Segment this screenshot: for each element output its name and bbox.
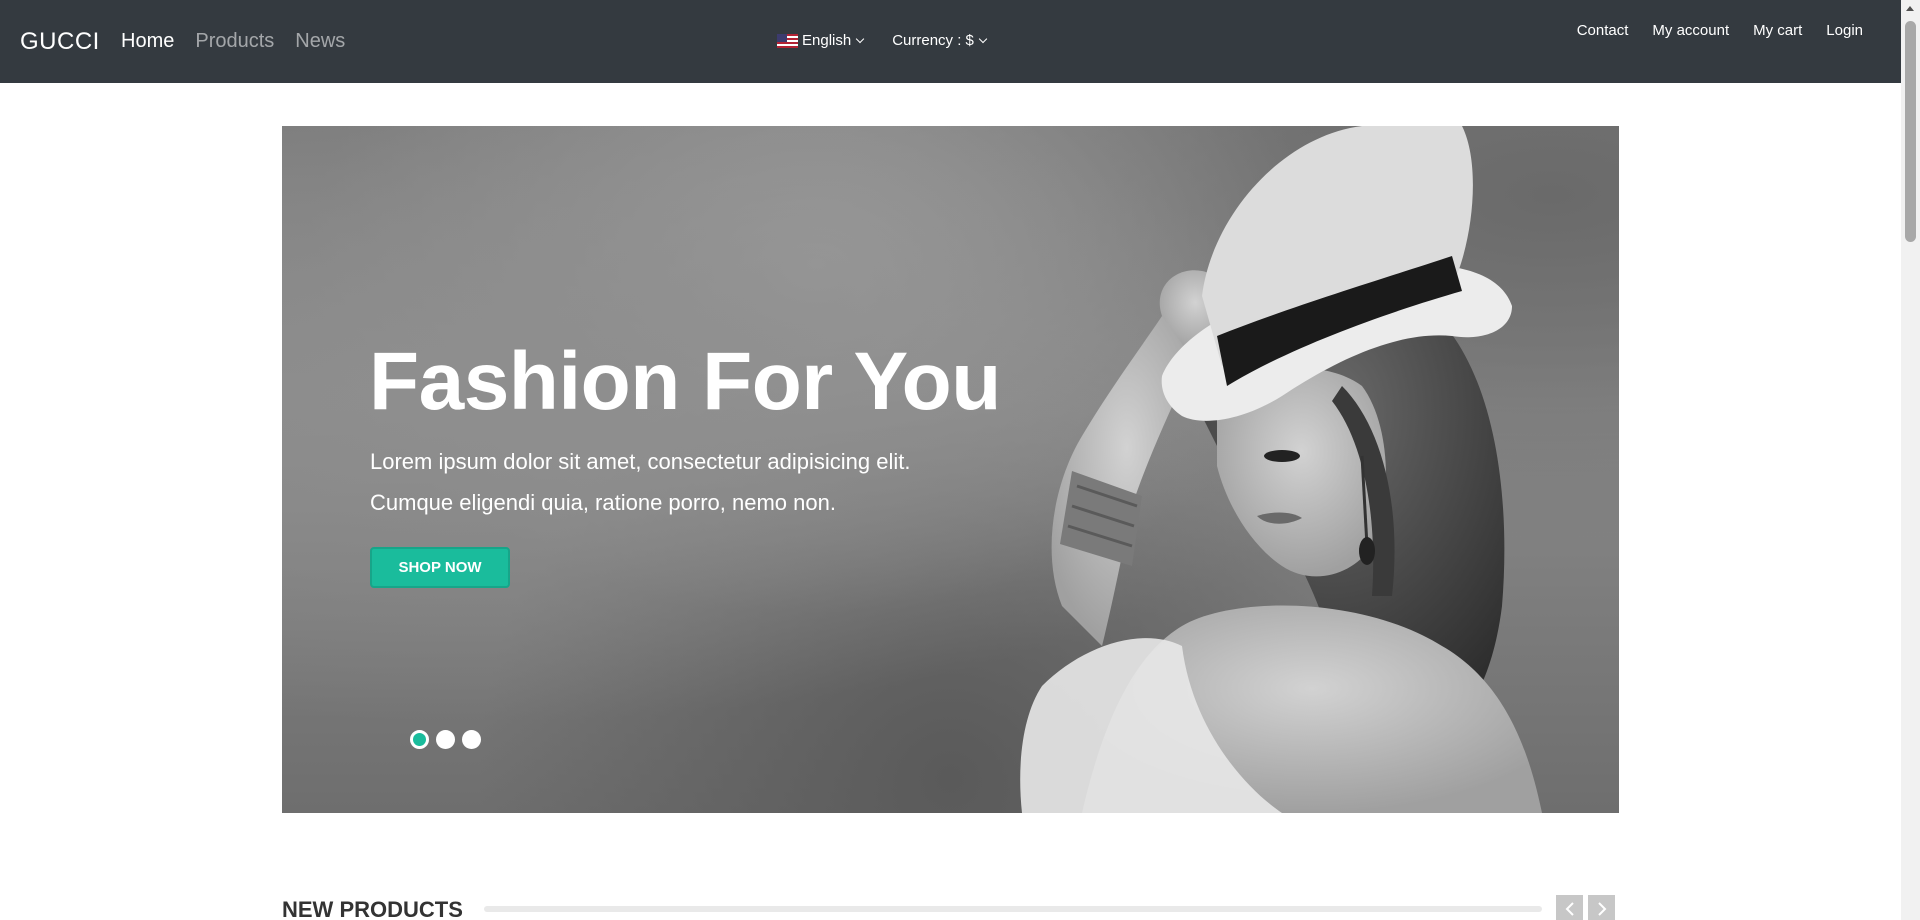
currency-label: Currency : $ xyxy=(892,32,974,49)
main-nav: Home Products News xyxy=(121,30,345,53)
chevron-left-icon xyxy=(1565,901,1574,916)
slide-dot-2[interactable] xyxy=(436,730,455,749)
brand-logo[interactable]: GUCCI xyxy=(20,28,100,56)
nav-link-products[interactable]: Products xyxy=(195,30,274,53)
nav-link-my-cart[interactable]: My cart xyxy=(1753,22,1802,39)
hero-title: Fashion For You xyxy=(369,336,1001,427)
shop-now-button[interactable]: SHOP NOW xyxy=(370,547,510,588)
page-scrollbar[interactable] xyxy=(1901,0,1920,920)
scrollbar-thumb[interactable] xyxy=(1905,21,1916,242)
scroll-up-icon[interactable] xyxy=(1906,6,1914,11)
nav-link-login[interactable]: Login xyxy=(1826,22,1863,39)
chevron-right-icon xyxy=(1597,901,1606,916)
language-dropdown[interactable]: English xyxy=(777,32,865,49)
new-products-title: NEW PRODUCTS xyxy=(282,897,463,920)
slide-dot-3[interactable] xyxy=(462,730,481,749)
slide-dot-1[interactable] xyxy=(410,730,429,749)
top-navbar: GUCCI Home Products News English Currenc… xyxy=(0,0,1901,83)
chevron-down-icon xyxy=(855,34,865,43)
currency-dropdown[interactable]: Currency : $ xyxy=(892,32,988,49)
hero-slider: Fashion For You Lorem ipsum dolor sit am… xyxy=(282,126,1619,813)
products-next-button[interactable] xyxy=(1588,895,1615,920)
account-nav: Contact My account My cart Login xyxy=(1577,22,1863,39)
nav-link-my-account[interactable]: My account xyxy=(1652,22,1729,39)
locale-controls: English Currency : $ xyxy=(777,32,988,49)
nav-link-contact[interactable]: Contact xyxy=(1577,22,1629,39)
section-divider xyxy=(484,906,1542,912)
products-prev-button[interactable] xyxy=(1556,895,1583,920)
nav-link-news[interactable]: News xyxy=(295,30,345,53)
nav-link-home[interactable]: Home xyxy=(121,30,174,53)
slider-indicators xyxy=(410,730,481,749)
chevron-down-icon xyxy=(978,34,988,43)
hero-description: Lorem ipsum dolor sit amet, consectetur … xyxy=(370,449,911,515)
us-flag-icon xyxy=(777,33,798,48)
language-label: English xyxy=(802,32,852,49)
